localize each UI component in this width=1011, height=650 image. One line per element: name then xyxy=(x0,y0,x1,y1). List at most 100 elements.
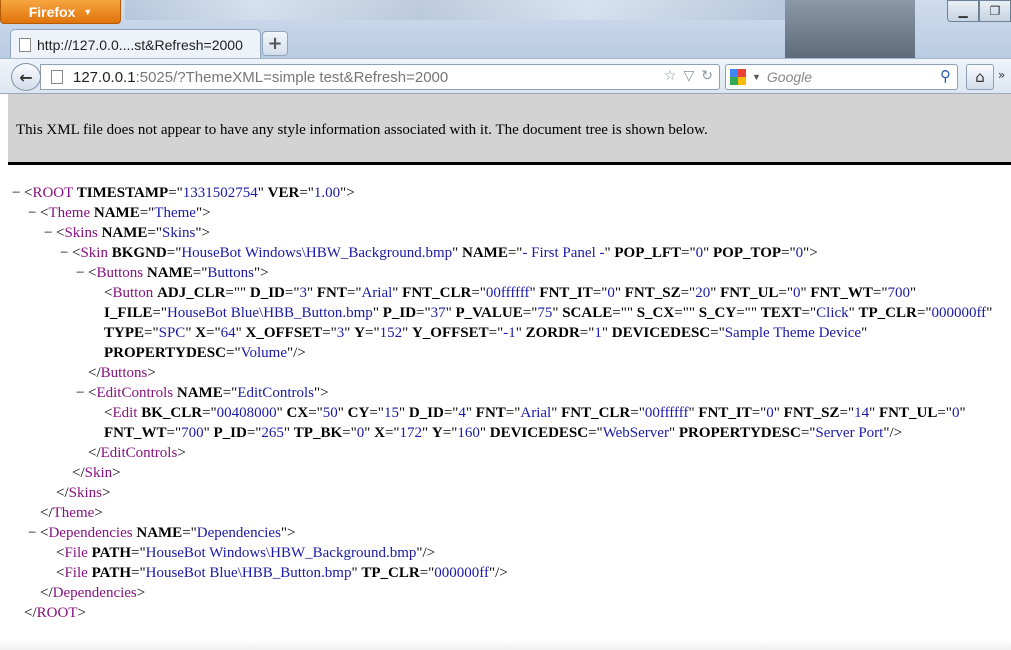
collapse-toggle-icon[interactable]: − xyxy=(28,523,36,543)
tag-name: ROOT xyxy=(36,605,78,621)
collapse-toggle-icon[interactable]: − xyxy=(44,223,52,243)
xml-editcontrols-close: </EditControls> xyxy=(88,445,186,461)
attr-name: FNT_UL xyxy=(720,285,779,301)
attr-value: 14 xyxy=(854,405,870,421)
attr-name: SCALE xyxy=(562,305,613,321)
xml-editcontrols-open: − <EditControls NAME="EditControls"> xyxy=(76,385,329,401)
search-bar[interactable]: ▼ Google ⚲ xyxy=(725,64,958,90)
xml-file-line: <File PATH="HouseBot Blue\HBB_Button.bmp… xyxy=(56,565,508,581)
tag-name: Dependencies xyxy=(52,585,137,601)
collapse-toggle-icon[interactable]: − xyxy=(76,263,84,283)
tag-name: Skins xyxy=(64,225,98,241)
attr-value: Server Port xyxy=(815,425,884,441)
attr-name: FNT_IT xyxy=(698,405,752,421)
attr-name: TIMESTAMP xyxy=(76,185,169,201)
toolbar-overflow-icon[interactable]: » xyxy=(998,68,1005,82)
chevron-down-icon: ▼ xyxy=(83,6,93,17)
attr-value: Volume xyxy=(240,345,287,361)
attr-name: NAME xyxy=(146,265,193,281)
attr-value: -1 xyxy=(503,325,516,341)
tag-name: Buttons xyxy=(100,365,148,381)
attr-value: 00408000 xyxy=(216,405,277,421)
home-icon[interactable]: ⌂ xyxy=(966,64,994,90)
attr-value: 000000ff xyxy=(931,305,987,321)
attr-name: P_ID xyxy=(213,425,247,441)
attr-value: - First Panel - xyxy=(522,245,605,261)
attr-name: FNT_WT xyxy=(810,285,873,301)
attr-value: 700 xyxy=(181,425,204,441)
firefox-menu-button[interactable]: Firefox ▼ xyxy=(0,0,121,24)
attr-value: WebServer xyxy=(602,425,669,441)
magnifier-icon[interactable]: ⚲ xyxy=(940,67,951,85)
tag-name: Buttons xyxy=(96,265,144,281)
attr-value: Theme xyxy=(154,205,196,221)
background-window-strip xyxy=(125,0,785,20)
reload-icon[interactable]: ↻ xyxy=(701,68,713,84)
xml-info-text: This XML file does not appear to have an… xyxy=(16,122,708,138)
xml-button-line: I_FILE="HouseBot Blue\HBB_Button.bmp" P_… xyxy=(104,305,993,321)
attr-name: BKGND xyxy=(111,245,167,261)
collapse-toggle-icon[interactable]: − xyxy=(12,183,20,203)
site-identity-icon[interactable] xyxy=(51,70,63,84)
attr-value: 00ffffff xyxy=(644,405,689,421)
attr-value: HouseBot Blue\HBB_Button.bmp xyxy=(145,565,352,581)
attr-name: Y xyxy=(431,425,443,441)
attr-value: Click xyxy=(816,305,849,321)
attr-value: HouseBot Blue\HBB_Button.bmp xyxy=(166,305,373,321)
attr-name: D_ID xyxy=(249,285,285,301)
attr-name: ZORDR xyxy=(525,325,580,341)
bottom-edge xyxy=(0,640,1011,650)
attr-name: NAME xyxy=(101,225,148,241)
tag-name: Skin xyxy=(80,245,108,261)
attr-value: 0 xyxy=(356,425,365,441)
attr-name: NAME xyxy=(176,385,223,401)
attr-name: NAME xyxy=(136,525,183,541)
attr-value: 3 xyxy=(336,325,345,341)
new-tab-button[interactable]: + xyxy=(262,31,288,56)
attr-name: NAME xyxy=(462,245,508,261)
star-icon[interactable]: ☆ xyxy=(664,68,677,84)
xml-root-open: − <ROOT TIMESTAMP="1331502754" VER="1.00"… xyxy=(12,185,355,201)
tag-name: Skin xyxy=(84,465,113,481)
attr-name: S_CY xyxy=(698,305,737,321)
attr-name: DEVICEDESC xyxy=(611,325,711,341)
attr-name: Y_OFFSET xyxy=(411,325,489,341)
attr-value: 160 xyxy=(457,425,480,441)
attr-value: Dependencies xyxy=(196,525,281,541)
tag-name: ROOT xyxy=(32,185,74,201)
collapse-toggle-icon[interactable]: − xyxy=(28,203,36,223)
tag-name: Dependencies xyxy=(48,525,133,541)
attr-value: Arial xyxy=(520,405,552,421)
attr-value: HouseBot Windows\HBW_Background.bmp xyxy=(181,245,453,261)
url-host: 127.0.0.1 xyxy=(73,68,136,86)
back-arrow-icon[interactable]: ← xyxy=(11,63,41,91)
collapse-toggle-icon[interactable]: − xyxy=(60,243,68,263)
attr-name: TEXT xyxy=(760,305,802,321)
attr-name: FNT_UL xyxy=(879,405,938,421)
history-dropdown-icon[interactable]: ▽ xyxy=(683,68,694,84)
google-logo-icon[interactable] xyxy=(730,69,746,85)
maximize-icon[interactable]: ❐ xyxy=(979,0,1011,22)
attr-value: 700 xyxy=(887,285,910,301)
minimize-icon[interactable]: ▁ xyxy=(947,0,979,22)
tag-name: Theme xyxy=(52,505,95,521)
attr-value: Skins xyxy=(162,225,196,241)
page-icon xyxy=(19,37,31,52)
tag-name: EditControls xyxy=(96,385,174,401)
attr-value: 20 xyxy=(695,285,711,301)
url-bar[interactable]: 127.0.0.1:5025/?ThemeXML=simple test&Ref… xyxy=(40,64,720,90)
xml-buttons-open: − <Buttons NAME="Buttons"> xyxy=(76,265,269,281)
collapse-toggle-icon[interactable]: − xyxy=(76,383,84,403)
attr-name: CX xyxy=(286,405,309,421)
xml-edit-line: <Edit BK_CLR="00408000" CX="50" CY="15" … xyxy=(104,405,966,421)
tag-name: Theme xyxy=(48,205,91,221)
attr-value: 152 xyxy=(379,325,403,341)
xml-edit-line: FNT_WT="700" P_ID="265" TP_BK="0" X="172… xyxy=(104,425,903,441)
tab-current[interactable]: http://127.0.0....st&Refresh=2000 xyxy=(10,29,261,59)
url-text[interactable]: 127.0.0.1:5025/?ThemeXML=simple test&Ref… xyxy=(73,69,448,86)
attr-value: Sample Theme Device xyxy=(724,325,862,341)
info-divider xyxy=(8,162,1011,165)
xml-dependencies-close: </Dependencies> xyxy=(40,585,146,601)
attr-name: I_FILE xyxy=(104,305,153,321)
chevron-down-icon[interactable]: ▼ xyxy=(752,72,761,82)
